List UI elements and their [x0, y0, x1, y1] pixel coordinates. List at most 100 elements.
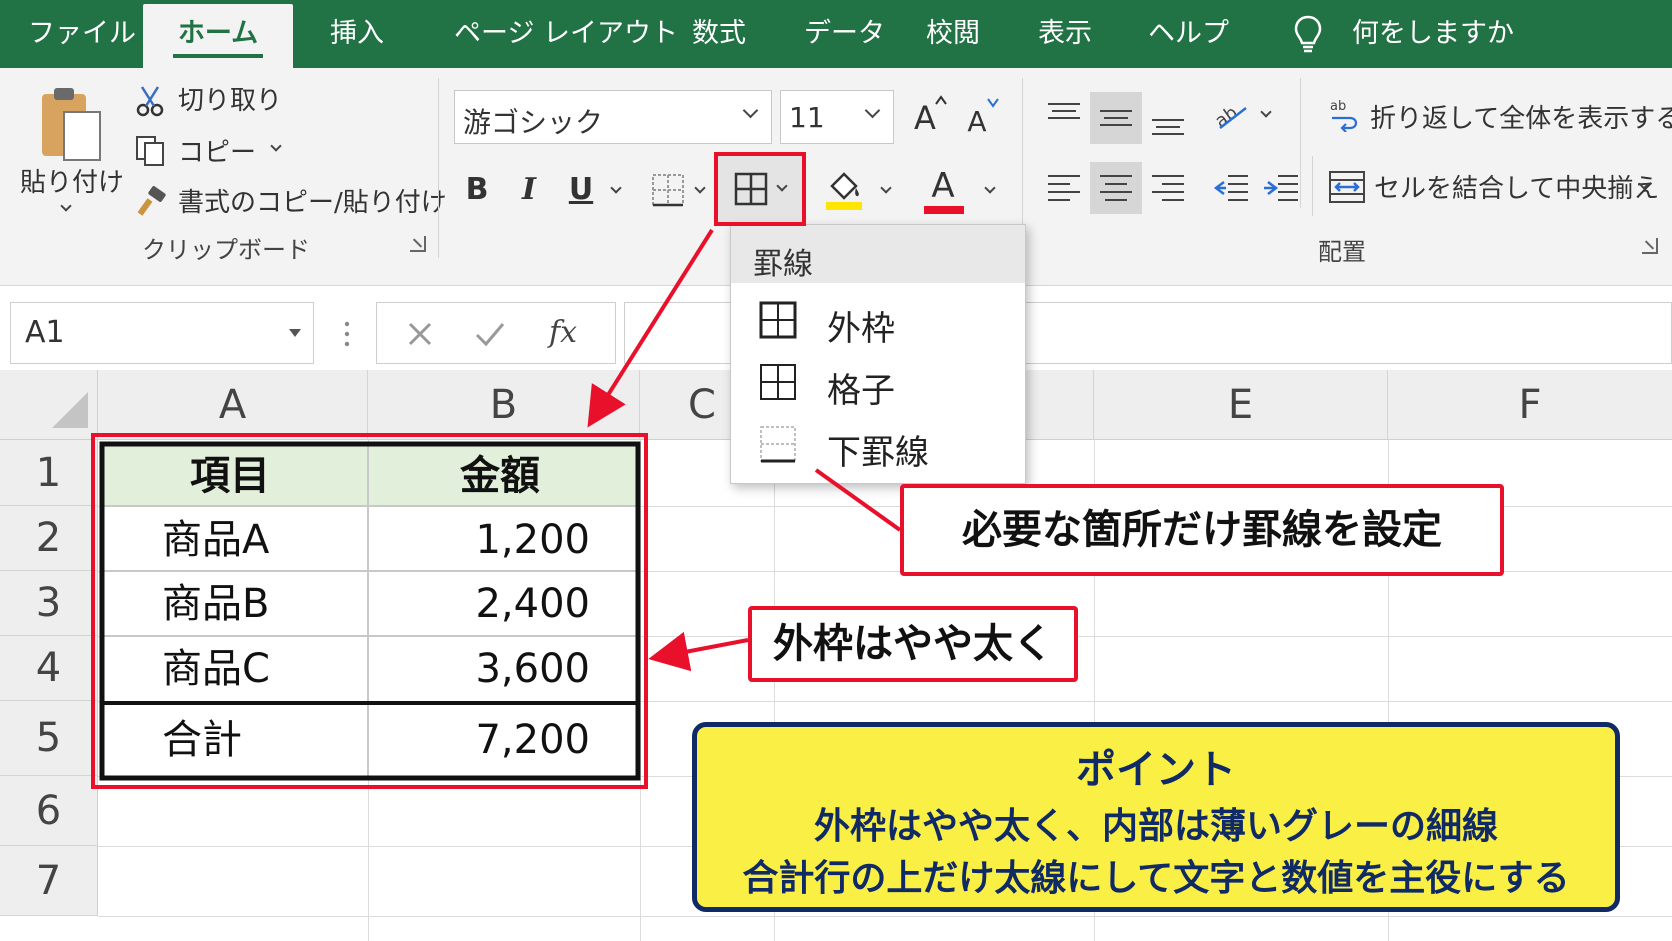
select-all-triangle-icon: [52, 392, 88, 428]
row-header-6[interactable]: 6: [0, 776, 98, 846]
scissors-icon[interactable]: [134, 84, 166, 118]
copy-icon[interactable]: [134, 134, 166, 168]
cut-button[interactable]: 切り取り: [178, 80, 282, 117]
row-header-3[interactable]: 3: [0, 571, 98, 636]
menu-item-bottom-border[interactable]: 下罫線: [731, 413, 1025, 475]
font-size-chevron-icon[interactable]: [864, 102, 881, 119]
formula-bar-buttons: fx: [376, 302, 616, 364]
fill-color-icon[interactable]: [824, 168, 864, 212]
enter-check-icon[interactable]: [473, 319, 507, 349]
font-size-combobox[interactable]: 11: [780, 90, 894, 144]
cell-b3[interactable]: 2,400: [475, 584, 590, 624]
decrease-font-size-button[interactable]: A: [960, 102, 994, 142]
paste-dropdown-chevron-icon[interactable]: [60, 200, 72, 212]
align-top-icon[interactable]: [1044, 98, 1084, 138]
clipboard-group-label: クリップボード: [142, 236, 310, 264]
all-borders-icon: [760, 364, 796, 400]
text-orientation-icon[interactable]: ab: [1212, 94, 1252, 134]
underline-button[interactable]: U: [564, 170, 598, 210]
align-left-icon[interactable]: [1044, 168, 1084, 208]
borders-secondary-chevron-icon[interactable]: [694, 182, 706, 194]
name-box-dropdown-icon[interactable]: [287, 327, 303, 339]
menu-item-outside-borders[interactable]: 外枠: [731, 289, 1025, 351]
point-line-2: 合計行の上だけ太線にして文字と数値を主役にする: [742, 858, 1570, 899]
gridline: [640, 440, 641, 941]
borders-dotted-icon[interactable]: [650, 172, 686, 208]
orientation-chevron-icon[interactable]: [1260, 106, 1272, 118]
point-line-1: 外枠はやや太く、内部は薄いグレーの細線: [813, 806, 1498, 847]
merge-center-button[interactable]: セルを結合して中央揃え: [1374, 168, 1659, 205]
copy-button[interactable]: コピー: [178, 132, 256, 169]
bold-button[interactable]: B: [460, 170, 494, 210]
cell-b5[interactable]: 7,200: [475, 720, 590, 760]
fill-color-chevron-icon[interactable]: [880, 182, 892, 194]
column-header-f[interactable]: F: [1388, 370, 1672, 440]
format-painter-icon[interactable]: [134, 186, 168, 220]
tab-home[interactable]: ホーム: [143, 4, 293, 68]
tab-view[interactable]: 表示: [1038, 0, 1092, 68]
tab-page-layout[interactable]: ページ レイアウト: [454, 0, 678, 68]
name-box-value: A1: [25, 315, 65, 350]
cell-a3[interactable]: 商品B: [162, 584, 269, 624]
callout-outer-thick: 外枠はやや太く: [748, 606, 1078, 682]
cell-a5[interactable]: 合計: [162, 720, 242, 760]
clipboard-launcher-icon[interactable]: [410, 236, 426, 252]
menu-item-label: 格子: [827, 371, 895, 411]
italic-button[interactable]: I: [512, 170, 546, 210]
column-header-b[interactable]: B: [368, 370, 640, 440]
align-right-icon[interactable]: [1148, 168, 1188, 208]
lightbulb-icon[interactable]: [1293, 14, 1323, 54]
tab-review[interactable]: 校閲: [926, 0, 980, 68]
row-header-7[interactable]: 7: [0, 846, 98, 916]
paste-button[interactable]: 貼り付け: [20, 162, 124, 199]
font-color-button[interactable]: A: [926, 166, 960, 206]
column-header-e[interactable]: E: [1094, 370, 1388, 440]
ribbon-separator: [1312, 156, 1313, 216]
cell-a2[interactable]: 商品A: [162, 520, 269, 560]
caret-up-icon: [935, 95, 947, 105]
borders-button[interactable]: [716, 154, 804, 224]
font-name-combobox[interactable]: 游ゴシック: [454, 90, 772, 144]
name-box[interactable]: A1: [10, 302, 314, 364]
decrease-indent-icon[interactable]: [1212, 168, 1252, 208]
menu-item-all-borders[interactable]: 格子: [731, 351, 1025, 413]
format-painter-button[interactable]: 書式のコピー/貼り付け: [178, 182, 447, 219]
align-middle-icon[interactable]: [1096, 98, 1136, 138]
table-header-fill: [102, 444, 636, 506]
paste-icon[interactable]: [38, 82, 106, 170]
borders-chevron-icon[interactable]: [776, 180, 788, 192]
wrap-text-button[interactable]: 折り返して全体を表示する: [1370, 98, 1672, 135]
copy-dropdown-chevron-icon[interactable]: [270, 140, 282, 152]
wrap-text-icon[interactable]: ab: [1328, 96, 1360, 132]
underline-dropdown-chevron-icon[interactable]: [610, 182, 622, 194]
select-all-corner[interactable]: [0, 370, 98, 440]
row-header-1[interactable]: 1: [0, 440, 98, 506]
column-header-a[interactable]: A: [98, 370, 368, 440]
tab-insert[interactable]: 挿入: [330, 0, 384, 68]
cell-a1[interactable]: 項目: [190, 456, 270, 496]
tab-formulas[interactable]: 数式: [692, 0, 746, 68]
alignment-launcher-icon[interactable]: [1642, 238, 1658, 254]
tab-help[interactable]: ヘルプ: [1148, 0, 1229, 68]
tab-file[interactable]: ファイル: [28, 0, 136, 68]
tell-me-search[interactable]: 何をしますか: [1352, 0, 1514, 68]
align-bottom-icon[interactable]: [1148, 98, 1188, 138]
font-name-chevron-icon[interactable]: [742, 102, 759, 119]
tab-data[interactable]: データ: [804, 0, 885, 68]
row-header-4[interactable]: 4: [0, 636, 98, 701]
font-color-chevron-icon[interactable]: [984, 182, 996, 194]
align-center-icon[interactable]: [1096, 168, 1136, 208]
row-header-2[interactable]: 2: [0, 506, 98, 571]
cell-b1[interactable]: 金額: [460, 456, 540, 496]
cancel-icon[interactable]: [405, 319, 435, 349]
formula-bar-grip-icon[interactable]: [340, 318, 354, 350]
bottom-border-icon: [760, 426, 796, 463]
svg-text:ab: ab: [1212, 102, 1242, 132]
cell-a4[interactable]: 商品C: [162, 649, 270, 689]
merge-center-icon[interactable]: [1328, 168, 1366, 206]
cell-b4[interactable]: 3,600: [475, 649, 590, 689]
cell-b2[interactable]: 1,200: [475, 520, 590, 560]
increase-indent-icon[interactable]: [1262, 168, 1302, 208]
insert-function-button[interactable]: fx: [549, 315, 577, 350]
row-header-5[interactable]: 5: [0, 701, 98, 776]
